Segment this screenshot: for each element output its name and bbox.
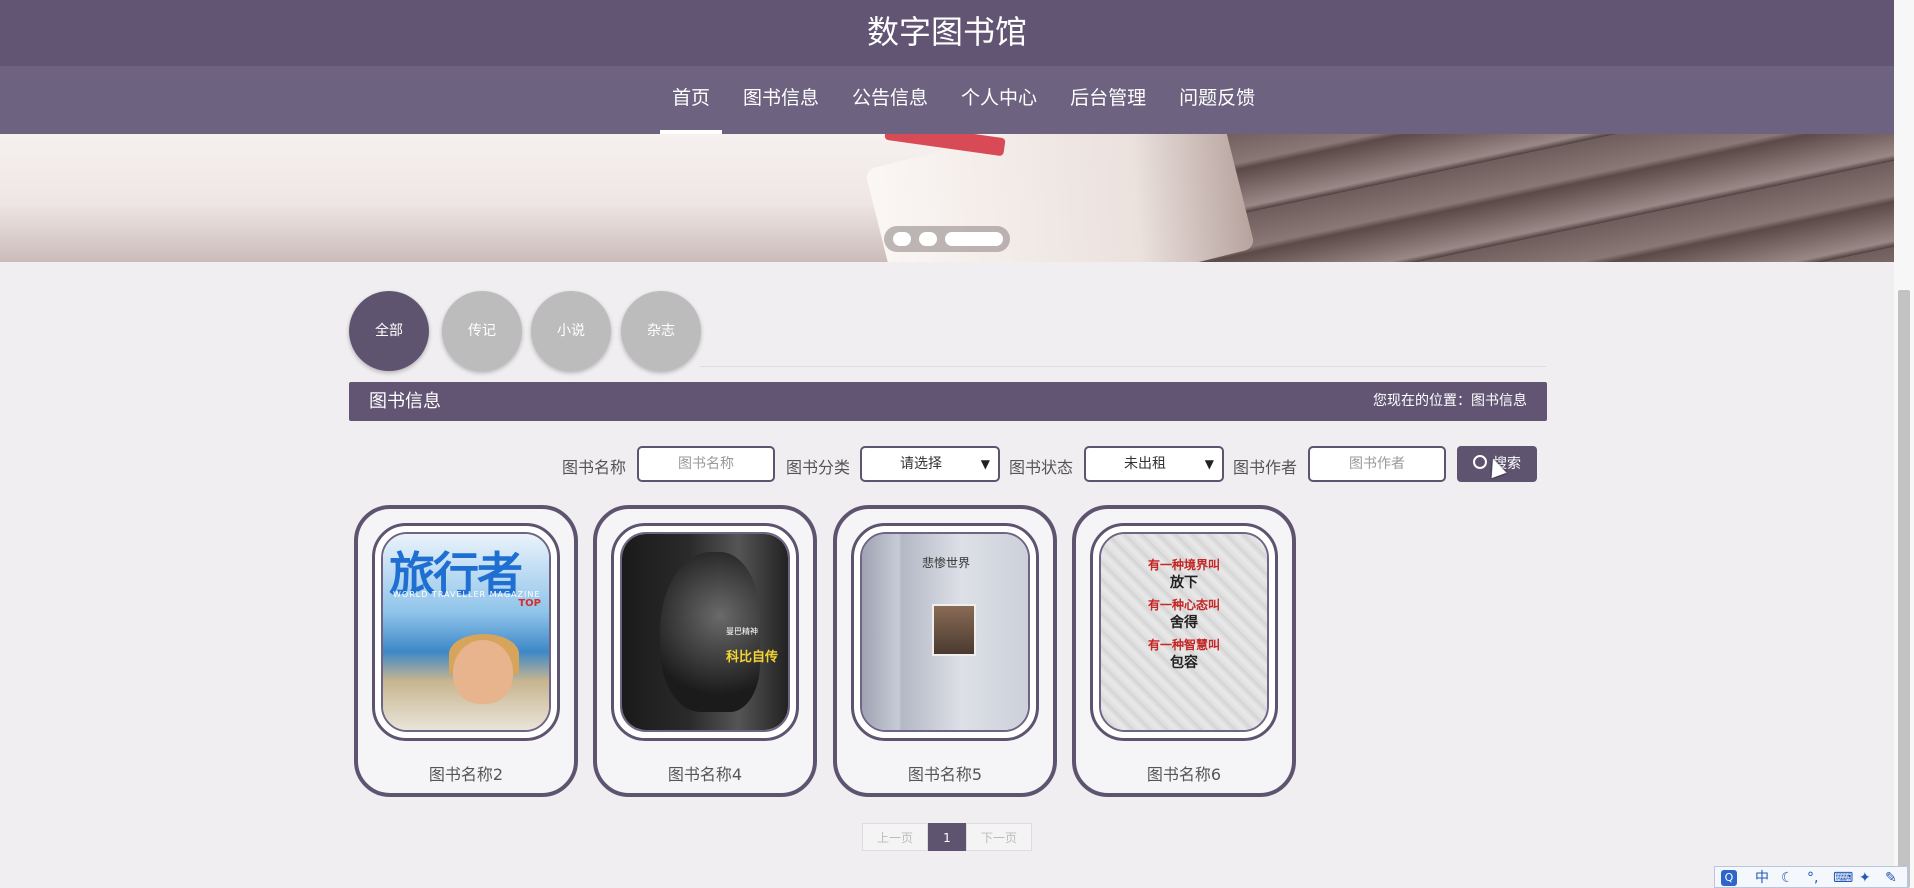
book-name-label: 图书名称 xyxy=(562,458,627,477)
site-title: 数字图书馆 xyxy=(866,13,1027,51)
cover-text: 有一种心态叫 xyxy=(1147,598,1220,612)
book-cover-frame: 旅行者 WORLD TRAVELLER MAGAZINE TOP xyxy=(372,523,560,741)
cover-figure-face xyxy=(453,640,513,704)
book-cover-image: 有一种境界叫 放下 有一种心态叫 舍得 有一种智慧叫 包容 xyxy=(1101,534,1267,730)
status-select-value: 未出租 xyxy=(1124,456,1166,472)
category-label: 图书分类 xyxy=(786,458,851,477)
nav-item-announcements[interactable]: 公告信息 xyxy=(840,66,940,134)
book-name[interactable]: 图书名称6 xyxy=(1076,761,1292,785)
site-header: 数字图书馆 xyxy=(0,0,1894,66)
category-select-value: 请选择 xyxy=(900,456,942,472)
cover-text: 曼巴精神 xyxy=(726,627,758,636)
punctuation-icon[interactable]: °, xyxy=(1807,868,1818,888)
author-label: 图书作者 xyxy=(1233,458,1298,477)
book-name[interactable]: 图书名称5 xyxy=(837,761,1053,785)
category-divider xyxy=(700,366,1546,367)
book-card[interactable]: 悲惨世界 图书名称5 xyxy=(833,505,1057,797)
book-card[interactable]: 曼巴精神 科比自传 图书名称4 xyxy=(593,505,817,797)
ime-toolbar[interactable]: Q 中 ☾ °, ⌨ ✦ ✎ xyxy=(1714,866,1908,888)
cover-text: 包容 xyxy=(1170,655,1198,671)
tools-icon[interactable]: ✎ xyxy=(1885,868,1897,888)
status-label: 图书状态 xyxy=(1009,458,1074,477)
cover-text: 有一种智慧叫 xyxy=(1147,638,1220,652)
nav-item-profile[interactable]: 个人中心 xyxy=(949,66,1049,134)
book-cover-image: 曼巴精神 科比自传 xyxy=(622,534,788,730)
category-biography[interactable]: 传记 xyxy=(442,291,522,371)
category-magazine[interactable]: 杂志 xyxy=(621,291,701,371)
nav-item-home[interactable]: 首页 xyxy=(660,66,723,134)
section-title: 图书信息 xyxy=(369,391,441,412)
settings-icon[interactable]: ✦ xyxy=(1859,868,1871,888)
ime-logo-icon[interactable]: Q xyxy=(1721,870,1737,886)
cover-title: 悲惨世界 xyxy=(922,556,971,570)
scrollbar-thumb[interactable] xyxy=(1898,290,1910,888)
author-input[interactable]: 图书作者 xyxy=(1308,446,1446,482)
nav-item-admin[interactable]: 后台管理 xyxy=(1058,66,1158,134)
breadcrumb: 您现在的位置：图书信息 xyxy=(1373,393,1527,409)
keyboard-icon[interactable]: ⌨ xyxy=(1833,868,1853,888)
cover-badge: TOP xyxy=(518,598,541,609)
prev-page-button[interactable]: 上一页 xyxy=(862,823,928,851)
book-name[interactable]: 图书名称4 xyxy=(597,761,813,785)
book-card[interactable]: 旅行者 WORLD TRAVELLER MAGAZINE TOP 图书名称2 xyxy=(354,505,578,797)
nav-item-feedback[interactable]: 问题反馈 xyxy=(1167,66,1267,134)
book-cover-image: 悲惨世界 xyxy=(862,534,1028,730)
category-select[interactable]: 请选择 ▼ xyxy=(860,446,1000,482)
book-cover-frame: 曼巴精神 科比自传 xyxy=(611,523,799,741)
cover-picture xyxy=(932,604,976,656)
book-card[interactable]: 有一种境界叫 放下 有一种心态叫 舍得 有一种智慧叫 包容 图书名称6 xyxy=(1072,505,1296,797)
page-number-current[interactable]: 1 xyxy=(928,823,966,851)
carousel-dot-3-active[interactable] xyxy=(945,232,1003,246)
book-cover-frame: 有一种境界叫 放下 有一种心态叫 舍得 有一种智慧叫 包容 xyxy=(1090,523,1278,741)
next-page-button[interactable]: 下一页 xyxy=(966,823,1032,851)
cover-text: 舍得 xyxy=(1170,615,1198,631)
main-nav: 首页 图书信息 公告信息 个人中心 后台管理 问题反馈 xyxy=(0,66,1894,134)
chevron-down-icon: ▼ xyxy=(980,457,990,471)
moon-icon[interactable]: ☾ xyxy=(1781,868,1794,888)
status-select[interactable]: 未出租 ▼ xyxy=(1084,446,1224,482)
cover-text: 有一种境界叫 xyxy=(1147,558,1220,572)
carousel-dot-1[interactable] xyxy=(893,232,911,246)
cover-title: 科比自传 xyxy=(726,650,779,665)
nav-item-books[interactable]: 图书信息 xyxy=(731,66,831,134)
carousel-dot-2[interactable] xyxy=(919,232,937,246)
book-cover-frame: 悲惨世界 xyxy=(851,523,1039,741)
book-cover-image: 旅行者 WORLD TRAVELLER MAGAZINE TOP xyxy=(383,534,549,730)
ime-mode-indicator[interactable]: 中 xyxy=(1755,868,1769,888)
book-name[interactable]: 图书名称2 xyxy=(358,761,574,785)
chevron-down-icon: ▼ xyxy=(1204,457,1214,471)
book-name-input[interactable]: 图书名称 xyxy=(637,446,775,482)
category-all[interactable]: 全部 xyxy=(349,291,429,371)
section-header: 图书信息 您现在的位置：图书信息 xyxy=(349,382,1547,421)
cover-text: 放下 xyxy=(1170,575,1198,591)
category-novel[interactable]: 小说 xyxy=(531,291,611,371)
